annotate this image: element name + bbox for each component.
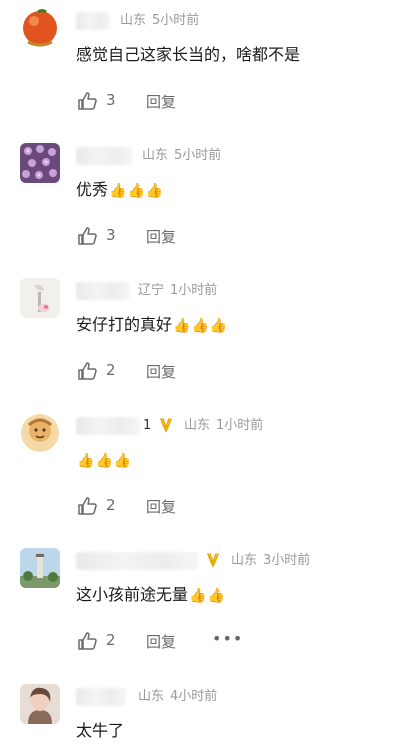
- thumbs-up-icon[interactable]: [76, 360, 98, 382]
- comment-item: 山东 4小时前 太牛了: [0, 684, 405, 756]
- thumbs-up-emoji: 👍: [207, 588, 225, 604]
- fan-badge-icon: [160, 418, 172, 433]
- reply-button[interactable]: 回复: [146, 631, 176, 652]
- more-dots-icon[interactable]: •••: [212, 629, 243, 648]
- fan-badge-icon: [207, 553, 219, 568]
- reply-button[interactable]: 回复: [146, 226, 176, 247]
- comment-meta: 1: [143, 417, 151, 435]
- thumbs-up-icon[interactable]: [76, 495, 98, 517]
- timestamp: 3小时前: [263, 553, 311, 568]
- comment-text: 安仔打的真好👍👍👍: [76, 314, 227, 337]
- comment-meta: 山东 1小时前: [184, 417, 263, 435]
- username-suffix: 1: [143, 418, 152, 433]
- timestamp: 5小时前: [174, 148, 222, 163]
- comment-meta: 山东 5小时前: [142, 147, 221, 165]
- thumbs-up-emoji: 👍: [189, 588, 207, 604]
- thumbs-up-emoji: 👍: [145, 183, 164, 199]
- avatar[interactable]: [20, 684, 60, 724]
- thumbs-up-icon[interactable]: [76, 90, 98, 112]
- comment-meta: 山东 3小时前: [231, 552, 310, 570]
- like-count: 2: [106, 496, 116, 514]
- timestamp: 5小时前: [152, 13, 200, 28]
- location: 山东: [231, 553, 258, 568]
- username-blurred[interactable]: [76, 12, 110, 30]
- thumbs-up-emoji: 👍: [127, 183, 145, 199]
- reply-button[interactable]: 回复: [146, 361, 176, 382]
- timestamp: 4小时前: [170, 689, 218, 704]
- timestamp: 1小时前: [170, 283, 218, 298]
- username-blurred[interactable]: [76, 552, 198, 570]
- avatar[interactable]: [20, 8, 60, 48]
- location: 山东: [138, 689, 165, 704]
- timestamp: 1小时前: [216, 418, 264, 433]
- location: 山东: [142, 148, 169, 163]
- comment-item: 山东 5小时前 优秀👍👍👍 3 回复: [0, 143, 405, 263]
- comment-item: 山东 5小时前 感觉自己这家长当的，啥都不是 3 回复: [0, 8, 405, 128]
- username-blurred[interactable]: [76, 147, 132, 165]
- comment-text: 太牛了: [76, 721, 125, 740]
- comment-item: 山东 3小时前 这小孩前途无量👍👍 2 回复 •••: [0, 548, 405, 668]
- comment-meta: 山东 5小时前: [120, 12, 199, 30]
- thumbs-up-emoji: 👍: [95, 453, 113, 469]
- reply-button[interactable]: 回复: [146, 91, 176, 112]
- thumbs-up-emoji: 👍: [209, 318, 228, 334]
- avatar[interactable]: [20, 278, 60, 318]
- username-blurred[interactable]: [76, 417, 140, 435]
- location: 山东: [120, 13, 147, 28]
- thumbs-up-icon[interactable]: [76, 630, 98, 652]
- comment-text: 这小孩前途无量👍👍: [76, 584, 225, 607]
- comment-item: 辽宁 1小时前 安仔打的真好👍👍👍 2 回复: [0, 278, 405, 398]
- comment-item: 1 山东 1小时前 👍👍👍 2 回复: [0, 413, 405, 533]
- location: 山东: [184, 418, 211, 433]
- like-count: 2: [106, 631, 116, 649]
- like-count: 2: [106, 361, 116, 379]
- thumbs-up-emoji: 👍: [77, 453, 95, 469]
- comment-meta: 辽宁 1小时前: [138, 282, 217, 300]
- thumbs-up-emoji: 👍: [173, 318, 191, 334]
- avatar[interactable]: [20, 548, 60, 588]
- avatar[interactable]: [20, 413, 60, 453]
- like-count: 3: [106, 226, 116, 244]
- reply-button[interactable]: 回复: [146, 496, 176, 517]
- comment-text: 感觉自己这家长当的，啥都不是: [76, 45, 301, 64]
- thumbs-up-emoji: 👍: [113, 453, 132, 469]
- like-count: 3: [106, 91, 116, 109]
- username-blurred[interactable]: [76, 282, 130, 300]
- avatar[interactable]: [20, 143, 60, 183]
- thumbs-up-emoji: 👍: [109, 183, 127, 199]
- comment-meta: 山东 4小时前: [138, 688, 217, 706]
- location: 辽宁: [138, 283, 165, 298]
- comment-text: 👍👍👍: [76, 449, 131, 472]
- username-blurred[interactable]: [76, 688, 126, 706]
- thumbs-up-icon[interactable]: [76, 225, 98, 247]
- comment-text: 优秀👍👍👍: [76, 179, 163, 202]
- thumbs-up-emoji: 👍: [191, 318, 209, 334]
